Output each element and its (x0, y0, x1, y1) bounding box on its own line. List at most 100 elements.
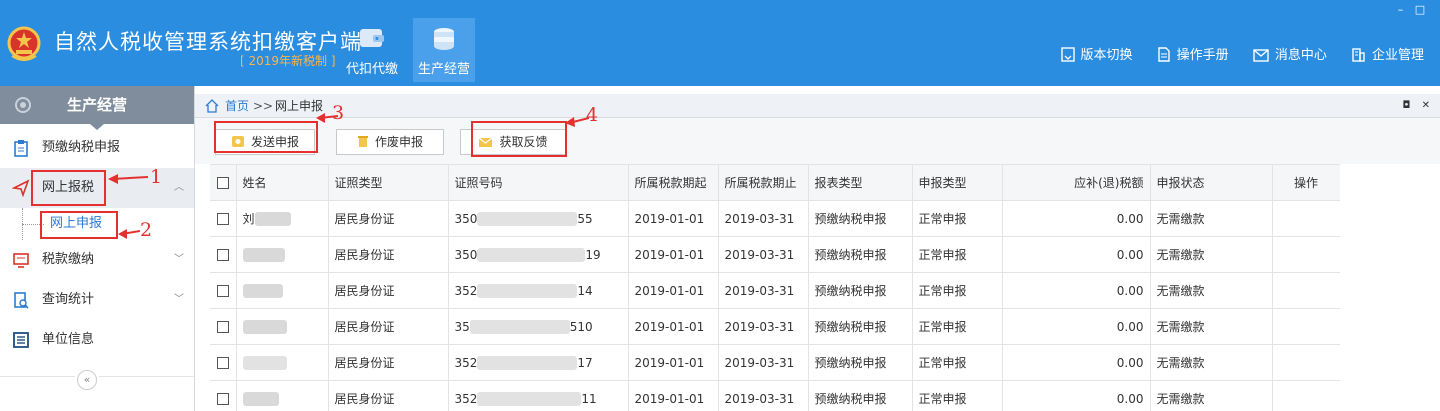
annotation-number-2: 2 (140, 219, 153, 241)
id-number-cell: 352 14 (448, 272, 629, 309)
id-number-cell: 350 19 (448, 236, 629, 273)
select-all-checkbox[interactable] (210, 164, 237, 201)
void-declaration-label: 作废申报 (374, 135, 423, 149)
chevron-down-icon: ﹀ (174, 294, 184, 305)
annotation-box-get-feedback (471, 121, 567, 157)
operation-cell[interactable] (1272, 272, 1340, 309)
id-prefix: 350 (454, 247, 478, 262)
sidebar-collapse-button[interactable]: « (77, 370, 97, 390)
home-icon (205, 99, 219, 113)
panel-close-icon[interactable]: ✕ (1422, 100, 1430, 111)
id-number-cell: 352 11 (448, 380, 629, 411)
send-icon (12, 179, 30, 197)
manual-label: 操作手册 (1176, 48, 1229, 63)
id-prefix: 350 (454, 211, 478, 226)
name-cell (236, 344, 329, 381)
message-center-link[interactable]: 消息中心 (1253, 44, 1327, 63)
id-type-cell: 居民身份证 (328, 308, 449, 345)
row-checkbox[interactable] (216, 248, 229, 261)
sidebar-header: 生产经营 (0, 86, 194, 130)
divider (99, 376, 194, 377)
table-row[interactable]: 居民身份证 35 510 2019-01-01 2019-03-31 预缴纳税申报… (210, 308, 1340, 345)
maximize-button[interactable]: □ (1412, 3, 1428, 16)
status-cell: 无需缴款 (1150, 344, 1273, 381)
sidebar-item-label: 预缴纳税申报 (42, 140, 121, 155)
chevron-up-icon: ︿ (174, 182, 184, 193)
breadcrumb: 首页 >> 网上申报 ◘ ✕ (195, 94, 1440, 118)
redacted-blur (242, 283, 283, 298)
redacted-blur (477, 391, 582, 406)
row-checkbox-cell[interactable] (210, 308, 237, 345)
row-checkbox[interactable] (216, 320, 229, 333)
sidebar-title: 生产经营 (66, 96, 127, 114)
period-start-cell: 2019-01-01 (628, 200, 719, 237)
redacted-blur (477, 355, 578, 370)
manual-link[interactable]: 操作手册 (1157, 44, 1229, 63)
redacted-blur (469, 319, 570, 334)
window-controls: – □ (1393, 3, 1429, 16)
operation-cell[interactable] (1272, 236, 1340, 273)
id-type-cell: 居民身份证 (328, 200, 449, 237)
table-row[interactable]: 居民身份证 352 11 2019-01-01 2019-03-31 预缴纳税申报… (210, 380, 1340, 411)
panel-restore-icon[interactable]: ◘ (1403, 100, 1411, 111)
status-cell: 无需缴款 (1150, 236, 1273, 273)
sidebar-item-query-stats[interactable]: 查询统计 ﹀ (0, 280, 194, 320)
breadcrumb-home-link[interactable]: 首页 (225, 94, 249, 118)
version-switch-link[interactable]: 版本切换 (1060, 44, 1133, 63)
period-end-cell: 2019-03-31 (718, 272, 809, 309)
declare-type-cell: 正常申报 (912, 200, 1003, 237)
operation-cell[interactable] (1272, 200, 1340, 237)
nav-withholding[interactable]: 代扣代缴 (341, 18, 403, 82)
declare-type-cell: 正常申报 (912, 380, 1003, 411)
sidebar-item-unit-info[interactable]: 单位信息 (0, 320, 194, 360)
report-type-cell: 预缴纳税申报 (808, 272, 913, 309)
row-checkbox[interactable] (216, 356, 229, 369)
sidebar-item-prepay-declare[interactable]: 预缴纳税申报 (0, 128, 194, 168)
column-header-period-end: 所属税款期止 (718, 164, 809, 201)
void-declaration-button[interactable]: 作废申报 (336, 129, 444, 155)
column-header-status: 申报状态 (1150, 164, 1273, 201)
clipboard-icon (14, 140, 28, 157)
amount-cell: 0.00 (1002, 308, 1151, 345)
period-start-cell: 2019-01-01 (628, 308, 719, 345)
amount-cell: 0.00 (1002, 344, 1151, 381)
checkbox[interactable] (216, 176, 229, 189)
tax-payment-icon (13, 253, 29, 268)
redacted-blur (477, 283, 578, 298)
operation-cell[interactable] (1272, 380, 1340, 411)
table-header-row: 姓名 证照类型 证照号码 所属税款期起 所属税款期止 报表类型 申报类型 应补(… (210, 164, 1340, 201)
message-icon (1253, 49, 1269, 62)
status-cell: 无需缴款 (1150, 272, 1273, 309)
name-cell (236, 308, 329, 345)
row-checkbox-cell[interactable] (210, 380, 237, 411)
table-row[interactable]: 居民身份证 352 14 2019-01-01 2019-03-31 预缴纳税申报… (210, 272, 1340, 309)
amount-cell: 0.00 (1002, 236, 1151, 273)
row-checkbox-cell[interactable] (210, 236, 237, 273)
table-row[interactable]: 居民身份证 350 19 2019-01-01 2019-03-31 预缴纳税申报… (210, 236, 1340, 273)
redacted-blur (477, 211, 578, 226)
report-type-cell: 预缴纳税申报 (808, 380, 913, 411)
redacted-blur (242, 355, 287, 370)
row-checkbox[interactable] (216, 392, 229, 405)
operation-cell[interactable] (1272, 344, 1340, 381)
message-center-label: 消息中心 (1274, 48, 1327, 63)
table-row[interactable]: 居民身份证 352 17 2019-01-01 2019-03-31 预缴纳税申报… (210, 344, 1340, 381)
version-switch-icon (1060, 47, 1075, 62)
app-header: 自然人税收管理系统扣缴客户端 [ 2019年新税制 ] 代扣代缴 生产经营 – … (0, 0, 1440, 86)
row-checkbox-cell[interactable] (210, 344, 237, 381)
row-checkbox[interactable] (216, 284, 229, 297)
table-row[interactable]: 刘 居民身份证 350 55 2019-01-01 2019-03-31 预缴纳税… (210, 200, 1340, 237)
row-checkbox-cell[interactable] (210, 200, 237, 237)
row-checkbox-cell[interactable] (210, 272, 237, 309)
panel-controls: ◘ ✕ (1395, 94, 1431, 118)
sidebar-item-tax-payment[interactable]: 税款缴纳 ﹀ (0, 240, 194, 280)
id-type-cell: 居民身份证 (328, 344, 449, 381)
manual-icon (1157, 47, 1170, 62)
enterprise-link[interactable]: 企业管理 (1351, 44, 1424, 63)
coin-icon (15, 97, 31, 113)
operation-cell[interactable] (1272, 308, 1340, 345)
row-checkbox[interactable] (216, 212, 229, 225)
minimize-button[interactable]: – (1393, 3, 1409, 16)
nav-production[interactable]: 生产经营 (413, 18, 475, 82)
column-header-name: 姓名 (236, 164, 329, 201)
